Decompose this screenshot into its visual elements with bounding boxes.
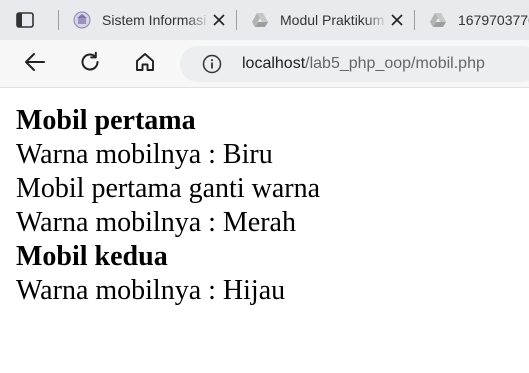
reload-icon (79, 51, 101, 78)
text-line: Warna mobilnya : Biru (16, 139, 273, 170)
tab-1679703770[interactable]: 1679703770 (428, 5, 529, 35)
navigation-toolbar: localhost/lab5_php_oop/mobil.php (0, 40, 529, 88)
url-text[interactable]: localhost/lab5_php_oop/mobil.php (242, 55, 485, 73)
page-content: Mobil pertama Warna mobilnya : Biru Mobi… (16, 104, 320, 308)
back-arrow-icon (24, 52, 46, 77)
close-icon[interactable] (210, 11, 228, 29)
back-button[interactable] (21, 50, 49, 78)
heading-mobil-kedua: Mobil kedua (16, 241, 168, 272)
university-seal-icon (72, 10, 92, 30)
info-icon[interactable] (202, 54, 222, 74)
tab-title: 1679703770 (458, 12, 529, 28)
url-host: localhost (242, 55, 306, 72)
address-bar[interactable]: localhost/lab5_php_oop/mobil.php (180, 46, 529, 82)
home-button[interactable] (131, 50, 159, 78)
text-line: Mobil pertama ganti warna (16, 173, 321, 204)
tab-title: Modul Praktikum (280, 12, 385, 28)
tab-strip: Sistem Informasi Modul Praktikum 1679703… (0, 0, 529, 40)
url-path: /lab5_php_oop/mobil.php (305, 55, 485, 72)
close-icon[interactable] (388, 11, 406, 29)
tab-title: Sistem Informasi (102, 12, 207, 28)
tab-separator (236, 10, 237, 30)
google-drive-icon (428, 10, 448, 30)
heading-mobil-pertama: Mobil pertama (16, 105, 196, 136)
text-line: Warna mobilnya : Hijau (16, 275, 286, 306)
tab-modul-praktikum[interactable]: Modul Praktikum (250, 5, 406, 35)
tab-separator (58, 10, 59, 30)
home-icon (134, 51, 156, 78)
tab-separator (414, 10, 415, 30)
google-drive-icon (250, 10, 270, 30)
tab-actions-icon[interactable] (14, 9, 36, 31)
tab-sistem-informasi[interactable]: Sistem Informasi (72, 5, 228, 35)
text-line: Warna mobilnya : Merah (16, 207, 296, 238)
reload-button[interactable] (76, 50, 104, 78)
